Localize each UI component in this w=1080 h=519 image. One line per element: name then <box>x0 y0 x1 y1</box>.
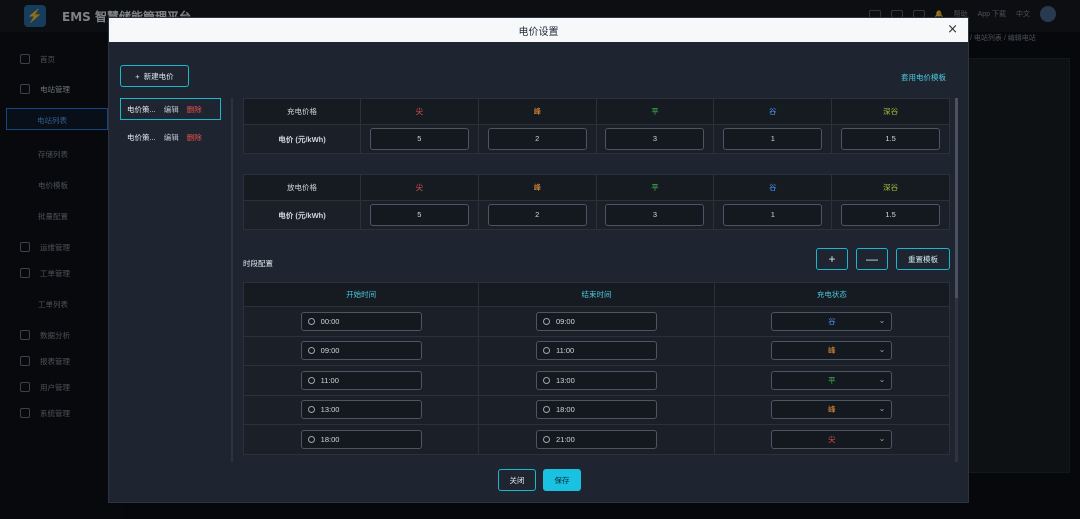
delete-link[interactable]: 删除 <box>187 132 202 143</box>
start-time-input[interactable]: 11:00 <box>300 370 422 390</box>
reset-template-button[interactable]: 重置模板 <box>896 248 950 270</box>
scrollbar-thumb[interactable] <box>955 98 958 298</box>
price-list: 电价策... 编辑 删除 电价策... 编辑 删除 <box>120 98 221 154</box>
state-select[interactable]: 平 ⌄ <box>771 370 893 390</box>
clock-icon <box>542 317 550 325</box>
apply-template-link[interactable]: 套用电价模板 <box>901 72 946 83</box>
list-item[interactable]: 电价策... 编辑 删除 <box>120 126 221 148</box>
start-time-input[interactable]: 13:00 <box>300 400 422 420</box>
end-time-input[interactable]: 21:00 <box>535 429 657 449</box>
price-input[interactable]: 1 <box>723 128 823 150</box>
discharge-price-table: 放电价格 尖 峰 平 谷 深谷 电价 (元/kWh) 5 2 3 1 1.5 <box>243 174 950 230</box>
period-header: 平 <box>595 174 715 201</box>
price-input[interactable]: 5 <box>369 128 469 150</box>
segment-table: 开始时间 结束时间 充电状态 00:00 09:00 谷 ⌄ 09:00 11:0… <box>242 282 951 455</box>
start-time-input[interactable]: 09:00 <box>300 341 422 361</box>
state-select[interactable]: 峰 ⌄ <box>771 341 893 361</box>
segment-title: 时段配置 <box>243 259 273 268</box>
table-row: 00:00 09:00 谷 ⌄ <box>242 306 951 337</box>
modal-header: 电价设置 × <box>109 18 968 42</box>
add-segment-button[interactable]: + <box>816 248 848 270</box>
modal-title: 电价设置 <box>518 26 559 38</box>
price-input[interactable]: 5 <box>369 204 469 226</box>
end-time-input[interactable]: 11:00 <box>535 341 657 361</box>
price-input[interactable]: 2 <box>487 128 587 150</box>
new-price-button[interactable]: + 新建电价 <box>120 65 189 87</box>
end-time-input[interactable]: 09:00 <box>535 311 657 331</box>
price-input[interactable]: 3 <box>605 204 705 226</box>
plus-icon: + <box>135 71 140 81</box>
price-settings-modal: 电价设置 × + 新建电价 套用电价模板 电价策... 编辑 删除 电价策...… <box>108 17 969 503</box>
column-header: 结束时间 <box>478 282 715 307</box>
column-header: 充电状态 <box>713 282 951 307</box>
period-header: 深谷 <box>831 174 950 201</box>
price-input[interactable]: 2 <box>487 204 587 226</box>
clock-icon <box>542 435 550 443</box>
table-row: 11:00 13:00 平 ⌄ <box>242 365 951 396</box>
clock-icon <box>307 347 315 355</box>
price-unit-label: 电价 (元/kWh) <box>243 124 361 154</box>
state-select[interactable]: 谷 ⌄ <box>771 311 893 331</box>
period-header: 平 <box>595 98 715 125</box>
clock-icon <box>307 376 315 384</box>
divider <box>231 98 233 462</box>
price-input[interactable]: 1 <box>723 204 823 226</box>
table-row: 13:00 18:00 峰 ⌄ <box>242 394 951 425</box>
start-time-input[interactable]: 00:00 <box>300 311 422 331</box>
clock-icon <box>542 376 550 384</box>
clock-icon <box>307 406 315 414</box>
edit-link[interactable]: 编辑 <box>164 132 179 143</box>
table-row: 09:00 11:00 峰 ⌄ <box>242 335 951 366</box>
remove-segment-button[interactable]: — <box>856 248 888 270</box>
close-icon[interactable]: × <box>947 22 958 37</box>
state-select[interactable]: 尖 ⌄ <box>771 429 893 449</box>
clock-icon <box>542 406 550 414</box>
start-time-input[interactable]: 18:00 <box>300 429 422 449</box>
table-row: 18:00 21:00 尖 ⌄ <box>242 424 951 455</box>
close-button[interactable]: 关闭 <box>498 469 536 491</box>
edit-link[interactable]: 编辑 <box>164 104 179 115</box>
price-input[interactable]: 1.5 <box>841 204 941 226</box>
price-input[interactable]: 1.5 <box>841 128 941 150</box>
end-time-input[interactable]: 18:00 <box>535 400 657 420</box>
clock-icon <box>307 435 315 443</box>
discharge-price-label: 放电价格 <box>243 174 361 201</box>
period-header: 尖 <box>360 98 479 125</box>
state-select[interactable]: 峰 ⌄ <box>771 400 893 420</box>
chevron-down-icon: ⌄ <box>878 374 886 384</box>
chevron-down-icon: ⌄ <box>878 345 886 355</box>
end-time-input[interactable]: 13:00 <box>535 370 657 390</box>
save-button[interactable]: 保存 <box>543 469 581 491</box>
modal-footer: 关闭 保存 <box>498 469 581 491</box>
period-header: 峰 <box>477 98 597 125</box>
chevron-down-icon: ⌄ <box>878 315 886 325</box>
period-header: 谷 <box>713 98 833 125</box>
charge-price-label: 充电价格 <box>243 98 361 125</box>
clock-icon <box>542 347 550 355</box>
chevron-down-icon: ⌄ <box>878 433 886 443</box>
price-unit-label: 电价 (元/kWh) <box>243 200 361 230</box>
column-header: 开始时间 <box>242 282 480 307</box>
period-header: 谷 <box>713 174 833 201</box>
chevron-down-icon: ⌄ <box>878 404 886 414</box>
charge-price-table: 充电价格 尖 峰 平 谷 深谷 电价 (元/kWh) 5 2 3 1 1.5 <box>243 98 950 154</box>
period-header: 峰 <box>477 174 597 201</box>
price-input[interactable]: 3 <box>605 128 705 150</box>
period-header: 尖 <box>360 174 479 201</box>
list-item[interactable]: 电价策... 编辑 删除 <box>120 98 221 120</box>
period-header: 深谷 <box>831 98 950 125</box>
delete-link[interactable]: 删除 <box>187 104 202 115</box>
clock-icon <box>307 317 315 325</box>
